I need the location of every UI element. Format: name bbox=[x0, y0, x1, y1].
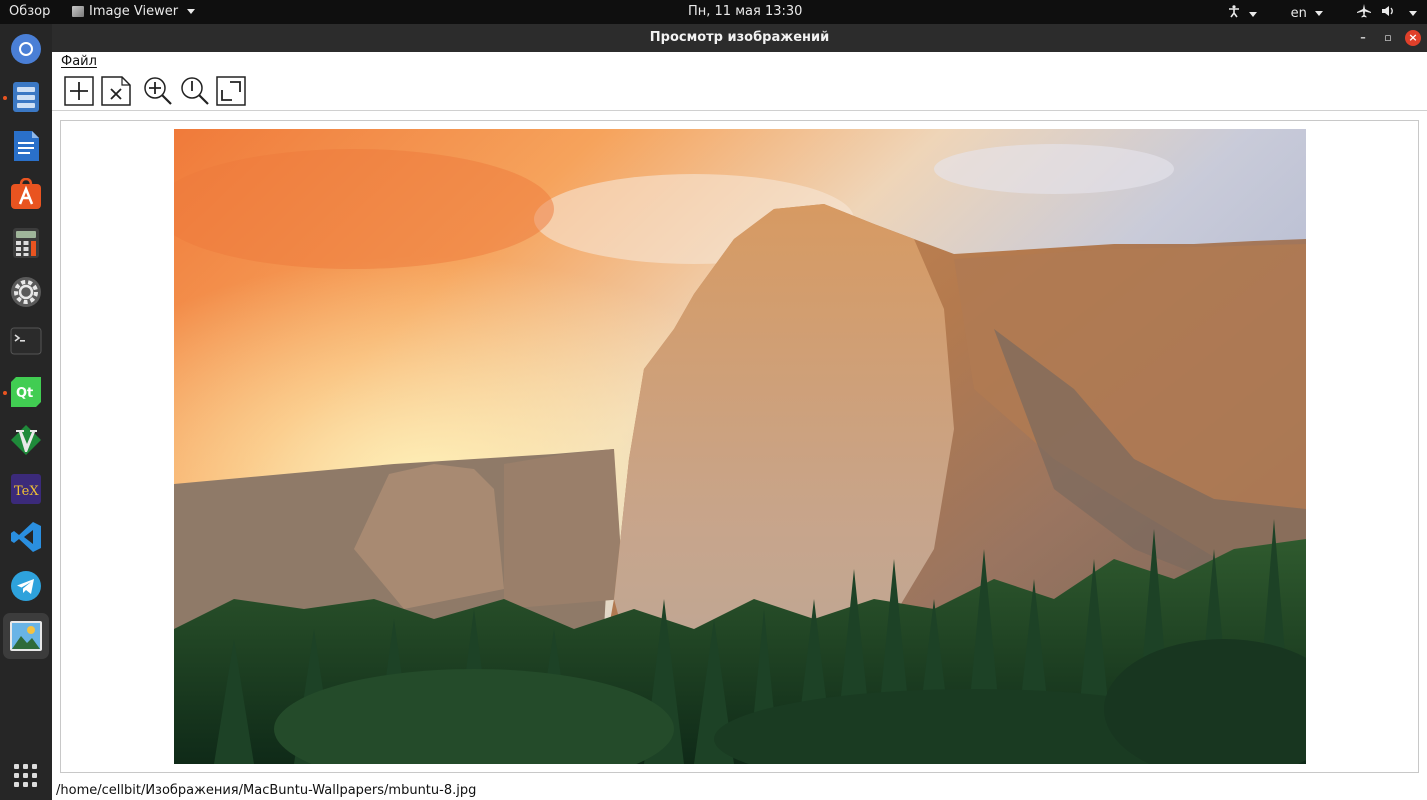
toolbar bbox=[52, 71, 1427, 111]
open-icon bbox=[64, 76, 94, 106]
zoom-in-icon bbox=[144, 77, 172, 105]
calculator-icon[interactable] bbox=[9, 226, 43, 260]
texmaker-icon[interactable]: TeX bbox=[9, 472, 43, 506]
zoom-reset-button[interactable] bbox=[180, 76, 210, 106]
volume-icon[interactable] bbox=[1381, 4, 1395, 22]
files-icon[interactable] bbox=[9, 80, 43, 114]
minimize-button[interactable]: – bbox=[1355, 30, 1371, 46]
maximize-button[interactable]: ▫ bbox=[1380, 30, 1396, 46]
settings-icon[interactable] bbox=[9, 275, 43, 309]
zoom-reset-icon bbox=[181, 77, 209, 105]
menu-file[interactable]: Файл bbox=[61, 54, 97, 69]
clock[interactable]: Пн, 11 мая 13:30 bbox=[688, 4, 802, 19]
status-bar: /home/cellbit/Изображения/MacBuntu-Wallp… bbox=[52, 781, 1427, 800]
language-menu[interactable]: en bbox=[1291, 6, 1323, 21]
chevron-down-icon bbox=[1315, 10, 1323, 16]
vim-icon[interactable] bbox=[9, 423, 43, 457]
chevron-down-icon bbox=[187, 9, 196, 14]
telegram-icon[interactable] bbox=[9, 569, 43, 603]
zoom-in-button[interactable] bbox=[143, 76, 173, 106]
system-menu-chevron-icon[interactable] bbox=[1409, 10, 1417, 16]
displayed-image[interactable] bbox=[174, 129, 1306, 764]
window-title: Просмотр изображений bbox=[649, 30, 830, 45]
svg-text:Qt: Qt bbox=[16, 386, 33, 401]
running-indicator bbox=[3, 391, 7, 395]
image-viewer-window: Просмотр изображений – ▫ × Файл /home/ce… bbox=[52, 24, 1427, 800]
software-center-icon[interactable] bbox=[9, 177, 43, 211]
airplane-icon[interactable] bbox=[1357, 4, 1371, 22]
fit-window-icon bbox=[216, 76, 246, 106]
qt-creator-icon[interactable]: Qt bbox=[9, 375, 43, 409]
file-path: /home/cellbit/Изображения/MacBuntu-Wallp… bbox=[56, 783, 477, 798]
menu-bar: Файл bbox=[52, 52, 1427, 71]
activities-button[interactable]: Обзор bbox=[9, 4, 50, 19]
language-label: en bbox=[1290, 5, 1307, 21]
system-tray: en bbox=[1228, 4, 1417, 22]
writer-icon[interactable] bbox=[9, 129, 43, 163]
close-window-button[interactable]: × bbox=[1405, 30, 1421, 46]
open-button[interactable] bbox=[64, 76, 94, 106]
accessibility-menu[interactable] bbox=[1228, 4, 1257, 22]
top-bar: Обзор Image Viewer Пн, 11 мая 13:30 en bbox=[0, 0, 1427, 24]
image-view-area[interactable] bbox=[60, 120, 1419, 773]
running-indicator bbox=[3, 96, 7, 100]
dock: Qt TeX bbox=[0, 24, 52, 800]
app-menu[interactable]: Image Viewer bbox=[72, 4, 196, 19]
app-menu-label: Image Viewer bbox=[89, 4, 179, 19]
close-image-button[interactable] bbox=[101, 76, 131, 106]
terminal-icon[interactable] bbox=[9, 324, 43, 358]
image-viewer-app-icon bbox=[72, 6, 84, 17]
vscode-icon[interactable] bbox=[9, 520, 43, 554]
close-icon bbox=[101, 76, 131, 106]
fit-window-button[interactable] bbox=[216, 76, 246, 106]
chromium-icon[interactable] bbox=[9, 32, 43, 66]
chevron-down-icon bbox=[1248, 11, 1257, 17]
window-titlebar[interactable]: Просмотр изображений – ▫ × bbox=[52, 24, 1427, 52]
accessibility-icon bbox=[1229, 4, 1240, 17]
show-applications-icon[interactable] bbox=[14, 764, 38, 788]
image-viewer-icon[interactable] bbox=[9, 619, 43, 653]
svg-text:TeX: TeX bbox=[14, 484, 39, 499]
